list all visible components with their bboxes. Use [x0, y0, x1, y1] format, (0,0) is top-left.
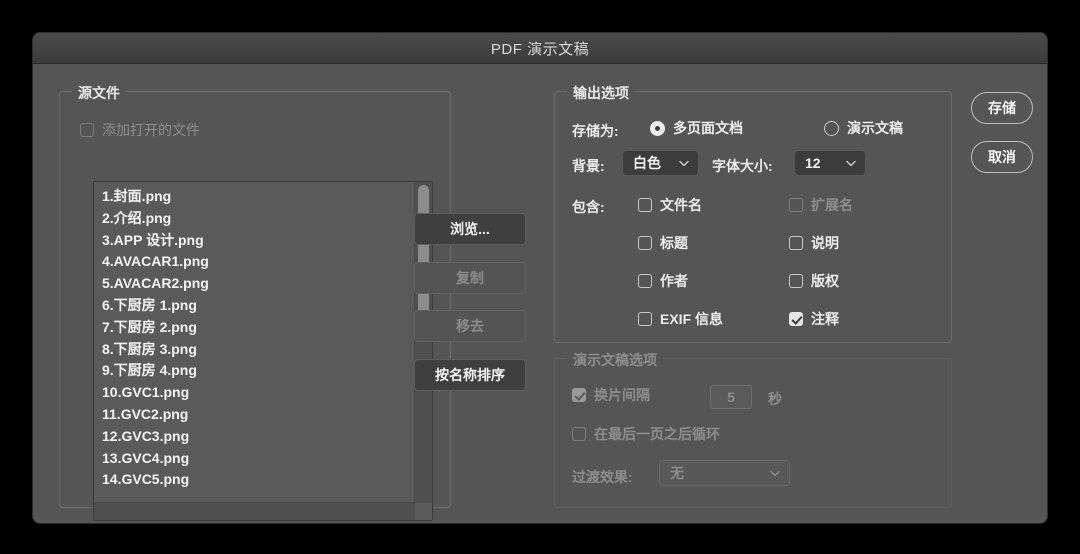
browse-button[interactable]: 浏览...: [414, 213, 526, 245]
background-dropdown[interactable]: 白色: [622, 150, 699, 176]
advance-every-row: 换片间隔: [572, 385, 650, 405]
cancel-button[interactable]: 取消: [971, 141, 1033, 173]
include-title-label: 标题: [660, 235, 688, 251]
source-files-legend: 源文件: [72, 83, 126, 103]
save-as-option-multipage-label: 多页面文档: [673, 120, 743, 136]
advance-every-checkbox: [572, 388, 586, 402]
background-label: 背景:: [572, 158, 605, 174]
loop-after-last-row: 在最后一页之后循环: [572, 424, 720, 444]
include-exif-checkbox[interactable]: [638, 312, 652, 326]
advance-seconds-unit: 秒: [768, 391, 782, 407]
presentation-options-group: 演示文稿选项 换片间隔 5 秒 在最后一页之后循环 过渡效果: 无: [554, 350, 952, 508]
list-item[interactable]: 6.下厨房 1.png: [94, 295, 414, 317]
list-item[interactable]: 4.AVACAR1.png: [94, 251, 414, 273]
output-options-legend: 输出选项: [567, 83, 635, 103]
transition-label: 过渡效果:: [572, 469, 633, 485]
transition-dropdown-value: 无: [670, 465, 684, 481]
list-item[interactable]: 13.GVC4.png: [94, 448, 414, 470]
add-open-files-checkbox-row[interactable]: 添加打开的文件: [80, 120, 200, 140]
include-filename-checkbox[interactable]: [638, 198, 652, 212]
loop-after-last-label: 在最后一页之后循环: [594, 426, 720, 442]
list-item[interactable]: 11.GVC2.png: [94, 404, 414, 426]
list-item[interactable]: 5.AVACAR2.png: [94, 273, 414, 295]
background-dropdown-value: 白色: [633, 155, 661, 171]
include-exif-row[interactable]: EXIF 信息: [638, 309, 723, 329]
list-item[interactable]: 12.GVC3.png: [94, 426, 414, 448]
include-annotations-row[interactable]: 注释: [789, 309, 839, 329]
font-size-label: 字体大小:: [712, 158, 773, 174]
advance-every-label: 换片间隔: [594, 387, 650, 403]
dialog-title: PDF 演示文稿: [490, 40, 590, 58]
list-item[interactable]: 9.下厨房 4.png: [94, 360, 414, 382]
include-copyright-checkbox[interactable]: [789, 274, 803, 288]
list-item[interactable]: 2.介绍.png: [94, 208, 414, 230]
loop-after-last-checkbox: [572, 427, 586, 441]
include-description-row[interactable]: 说明: [789, 233, 839, 253]
include-annotations-checkbox[interactable]: [789, 312, 803, 326]
save-as-option-multipage[interactable]: 多页面文档: [650, 118, 743, 138]
include-title-checkbox[interactable]: [638, 236, 652, 250]
list-item[interactable]: 8.下厨房 3.png: [94, 339, 414, 361]
include-exif-label: EXIF 信息: [660, 311, 724, 327]
include-title-row[interactable]: 标题: [638, 233, 688, 253]
presentation-options-legend: 演示文稿选项: [567, 350, 663, 370]
include-author-label: 作者: [660, 273, 688, 289]
list-horizontal-scrollbar[interactable]: [94, 502, 415, 520]
save-as-label: 存储为:: [572, 123, 619, 139]
list-item[interactable]: 10.GVC1.png: [94, 382, 414, 404]
add-open-files-checkbox[interactable]: [80, 123, 94, 137]
chevron-down-icon: [679, 160, 689, 167]
list-item[interactable]: 14.GVC5.png: [94, 469, 414, 491]
duplicate-button: 复制: [414, 262, 526, 294]
include-description-checkbox[interactable]: [789, 236, 803, 250]
advance-seconds-input: 5: [710, 385, 752, 409]
radio-presentation[interactable]: [824, 120, 839, 136]
source-file-list-items: 1.封面.png 2.介绍.png 3.APP 设计.png 4.AVACAR1.pn…: [94, 186, 414, 502]
chevron-down-icon: [770, 470, 780, 477]
sort-by-name-button[interactable]: 按名称排序: [414, 359, 526, 391]
include-author-checkbox[interactable]: [638, 274, 652, 288]
include-author-row[interactable]: 作者: [638, 271, 688, 291]
include-copyright-row[interactable]: 版权: [789, 271, 839, 291]
list-item[interactable]: 1.封面.png: [94, 186, 414, 208]
source-file-list[interactable]: 1.封面.png 2.介绍.png 3.APP 设计.png 4.AVACAR1.pn…: [93, 181, 433, 521]
font-size-dropdown[interactable]: 12: [794, 150, 866, 176]
font-size-dropdown-value: 12: [805, 155, 821, 171]
list-item[interactable]: 7.下厨房 2.png: [94, 317, 414, 339]
dialog-titlebar: PDF 演示文稿: [33, 33, 1047, 64]
include-extension-row: 扩展名: [789, 195, 853, 215]
save-button[interactable]: 存储: [971, 92, 1033, 124]
include-description-label: 说明: [811, 235, 839, 251]
include-filename-label: 文件名: [660, 197, 702, 213]
include-extension-label: 扩展名: [811, 197, 853, 213]
chevron-down-icon: [846, 160, 856, 167]
save-as-option-presentation[interactable]: 演示文稿: [824, 118, 903, 138]
list-scrollbar-corner: [415, 503, 432, 520]
include-extension-checkbox: [789, 198, 803, 212]
radio-multipage-document[interactable]: [650, 120, 665, 136]
transition-dropdown: 无: [659, 460, 790, 486]
pdf-presentation-dialog: PDF 演示文稿 源文件 添加打开的文件 1.封面.png 2.介绍.png 3.A…: [33, 33, 1047, 523]
include-annotations-label: 注释: [811, 311, 839, 327]
include-label: 包含:: [572, 199, 605, 215]
remove-button: 移去: [414, 310, 526, 342]
save-as-option-presentation-label: 演示文稿: [847, 120, 903, 136]
list-item[interactable]: 3.APP 设计.png: [94, 230, 414, 252]
add-open-files-label: 添加打开的文件: [102, 122, 200, 138]
output-options-group: 输出选项 存储为: 多页面文档 演示文稿 背景: 白色 字体大小: 12 包含:: [554, 83, 952, 343]
include-filename-row[interactable]: 文件名: [638, 195, 702, 215]
include-copyright-label: 版权: [811, 273, 839, 289]
